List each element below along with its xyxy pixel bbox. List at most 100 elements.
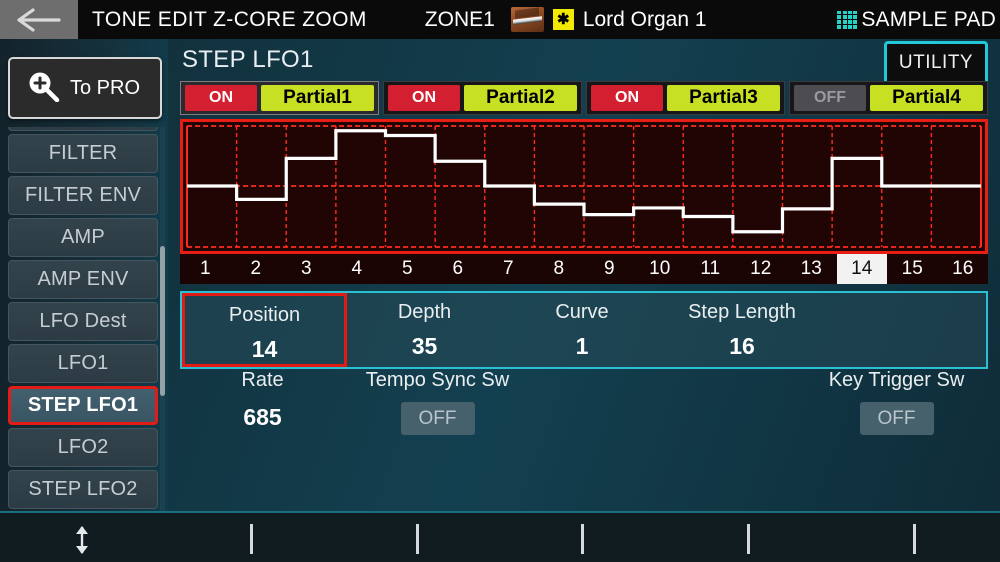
- bottom-bar-tick-5[interactable]: [913, 524, 916, 554]
- step-number-14[interactable]: 14: [837, 254, 888, 284]
- param-depth-value: 35: [347, 333, 502, 360]
- bottom-bar: [0, 511, 1000, 562]
- parameter-panel-primary: Position 14 Depth 35 Curve 1 Step Length…: [180, 291, 988, 369]
- param-step-length-value: 16: [662, 333, 822, 360]
- step-number-11[interactable]: 11: [685, 254, 736, 284]
- main-panel: STEP LFO1 UTILITY ON Partial1 ON Partial…: [168, 39, 1000, 511]
- sidebar-item-label: LFO1: [58, 352, 109, 375]
- bottom-bar-tick-4[interactable]: [747, 524, 750, 554]
- step-number-15[interactable]: 15: [887, 254, 938, 284]
- step-number-3[interactable]: 3: [281, 254, 332, 284]
- arrow-left-icon: [17, 7, 61, 33]
- to-pro-label: To PRO: [70, 77, 140, 100]
- param-rate[interactable]: Rate 685: [180, 369, 345, 431]
- tab-partial1[interactable]: ON Partial1: [180, 81, 379, 115]
- step-number-2[interactable]: 2: [231, 254, 282, 284]
- tone-name[interactable]: Lord Organ 1: [583, 8, 707, 32]
- sidebar-item-label: STEP LFO1: [28, 394, 138, 417]
- tab-partial4[interactable]: OFF Partial4: [789, 81, 988, 115]
- sidebar-item-filter[interactable]: FILTER: [8, 134, 158, 173]
- param-position-label: Position: [185, 304, 344, 327]
- step-number-7[interactable]: 7: [483, 254, 534, 284]
- partial4-switch[interactable]: OFF: [794, 85, 866, 111]
- partial-tabs: ON Partial1 ON Partial2 ON Partial3 OFF …: [180, 81, 988, 115]
- bottom-bar-tick-1[interactable]: [250, 524, 253, 554]
- sidebar-item-step-lfo1[interactable]: STEP LFO1: [8, 386, 158, 425]
- sidebar-item-lfo2[interactable]: LFO2: [8, 428, 158, 467]
- sidebar-item-label: FILTER: [49, 142, 118, 165]
- sidebar-item-amp[interactable]: AMP: [8, 218, 158, 257]
- step-sequence-graph[interactable]: [180, 119, 988, 254]
- tempo-sync-switch[interactable]: OFF: [401, 402, 475, 435]
- step-number-1[interactable]: 1: [180, 254, 231, 284]
- up-down-arrow-icon[interactable]: [70, 525, 94, 560]
- sidebar-item-label: AMP ENV: [37, 268, 128, 291]
- utility-button[interactable]: UTILITY: [884, 41, 988, 85]
- sidebar-nav-list: FILTER FILTER ENV AMP AMP ENV LFO Dest L…: [0, 127, 168, 511]
- step-waveform-line: [187, 131, 981, 232]
- param-position-value: 14: [185, 336, 344, 363]
- sidebar-scrollbar-thumb[interactable]: [160, 246, 165, 396]
- partial1-switch[interactable]: ON: [185, 85, 257, 111]
- partial1-label[interactable]: Partial1: [261, 85, 374, 111]
- top-bar: TONE EDIT Z-CORE ZOOM ZONE1 ✱ Lord Organ…: [0, 0, 1000, 39]
- tab-partial3[interactable]: ON Partial3: [586, 81, 785, 115]
- param-position[interactable]: Position 14: [182, 293, 347, 367]
- tab-partial2[interactable]: ON Partial2: [383, 81, 582, 115]
- step-number-12[interactable]: 12: [736, 254, 787, 284]
- sidebar-item-label: STEP LFO2: [28, 478, 137, 501]
- page-title: STEP LFO1: [182, 46, 314, 74]
- organ-thumbnail-icon: [511, 7, 544, 32]
- parameter-panel-secondary: Rate 685 Tempo Sync Sw OFF Key Trigger S…: [180, 369, 988, 483]
- param-step-length[interactable]: Step Length 16: [662, 293, 822, 367]
- param-rate-label: Rate: [180, 369, 345, 392]
- step-number-row[interactable]: 12345678910111213141516: [180, 254, 988, 284]
- step-number-9[interactable]: 9: [584, 254, 635, 284]
- sidebar-item-lfo-dest[interactable]: LFO Dest: [8, 302, 158, 341]
- sidebar-item-step-lfo2[interactable]: STEP LFO2: [8, 470, 158, 509]
- param-curve-label: Curve: [502, 301, 662, 324]
- step-number-10[interactable]: 10: [635, 254, 686, 284]
- sidebar-item-partial-above[interactable]: [8, 127, 158, 131]
- grid-horizontal-lines: [187, 126, 981, 247]
- utility-label: UTILITY: [899, 52, 973, 74]
- step-sequence-svg[interactable]: [183, 122, 985, 251]
- step-number-5[interactable]: 5: [382, 254, 433, 284]
- sidebar-item-label: LFO Dest: [39, 310, 126, 333]
- edited-badge: ✱: [553, 9, 574, 30]
- sidebar-item-label: LFO2: [58, 436, 109, 459]
- bottom-bar-tick-3[interactable]: [581, 524, 584, 554]
- param-rate-value: 685: [180, 404, 345, 431]
- sample-pad-label: SAMPLE PAD: [861, 8, 996, 32]
- partial4-label[interactable]: Partial4: [870, 85, 983, 111]
- step-number-16[interactable]: 16: [938, 254, 989, 284]
- partial2-label[interactable]: Partial2: [464, 85, 577, 111]
- param-depth-label: Depth: [347, 301, 502, 324]
- bottom-bar-tick-2[interactable]: [416, 524, 419, 554]
- sidebar-item-lfo1[interactable]: LFO1: [8, 344, 158, 383]
- param-tempo-sync[interactable]: Tempo Sync Sw OFF: [345, 369, 530, 435]
- param-curve[interactable]: Curve 1: [502, 293, 662, 367]
- partial2-switch[interactable]: ON: [388, 85, 460, 111]
- key-trigger-switch[interactable]: OFF: [860, 402, 934, 435]
- sidebar-item-label: AMP: [61, 226, 105, 249]
- step-number-8[interactable]: 8: [534, 254, 585, 284]
- step-number-13[interactable]: 13: [786, 254, 837, 284]
- sidebar-item-filter-env[interactable]: FILTER ENV: [8, 176, 158, 215]
- param-step-length-label: Step Length: [662, 301, 822, 324]
- param-depth[interactable]: Depth 35: [347, 293, 502, 367]
- sample-pad-button[interactable]: SAMPLE PAD: [837, 8, 996, 32]
- param-key-trigger[interactable]: Key Trigger Sw OFF: [805, 369, 988, 435]
- partial3-label[interactable]: Partial3: [667, 85, 780, 111]
- grid-4x4-icon: [837, 11, 857, 29]
- sidebar: To PRO FILTER FILTER ENV AMP AMP ENV LFO…: [0, 39, 168, 511]
- partial3-switch[interactable]: ON: [591, 85, 663, 111]
- step-number-6[interactable]: 6: [433, 254, 484, 284]
- zone-label[interactable]: ZONE1: [425, 8, 495, 32]
- param-key-trigger-label: Key Trigger Sw: [805, 369, 988, 392]
- param-curve-value: 1: [502, 333, 662, 360]
- to-pro-button[interactable]: To PRO: [8, 57, 162, 119]
- step-number-4[interactable]: 4: [332, 254, 383, 284]
- sidebar-item-label: FILTER ENV: [25, 184, 141, 207]
- sidebar-item-amp-env[interactable]: AMP ENV: [8, 260, 158, 299]
